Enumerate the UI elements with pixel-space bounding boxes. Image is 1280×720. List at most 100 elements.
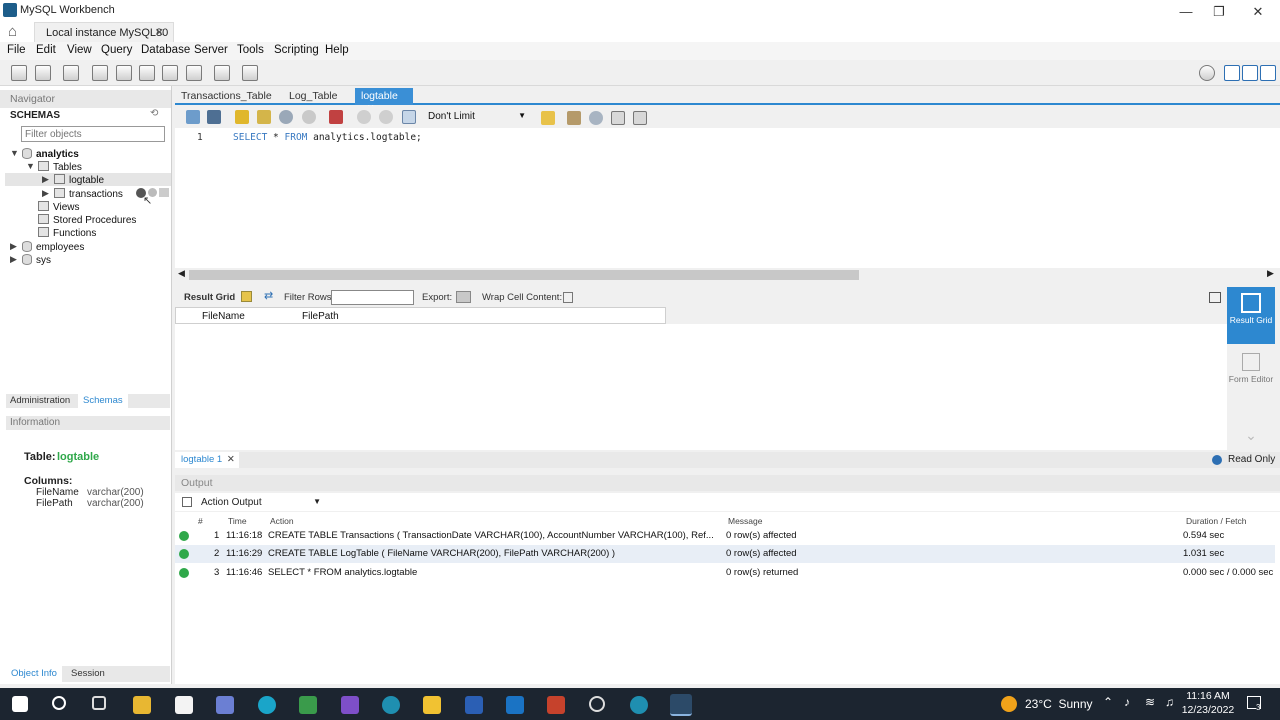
output-row[interactable]: 3 11:16:46 SELECT * FROM analytics.logta…	[175, 564, 1275, 582]
scroll-right-icon[interactable]: ▶	[1267, 268, 1274, 279]
power-bi-icon[interactable]	[423, 696, 441, 714]
connection-tab[interactable]: Local instance MySQL80 ✕	[34, 22, 174, 42]
powerpoint-icon[interactable]	[547, 696, 565, 714]
execute-current-icon[interactable]	[257, 110, 271, 124]
sql-editor[interactable]: 1 SELECT * FROM analytics.logtable;	[175, 128, 1280, 268]
reconnect-icon[interactable]	[242, 65, 258, 81]
expand-arrow-icon[interactable]: ▶	[42, 188, 49, 199]
output-row[interactable]: 1 11:16:18 CREATE TABLE Transactions ( T…	[175, 527, 1275, 545]
menu-tools[interactable]: Tools	[237, 44, 264, 56]
toggle-output-icon[interactable]	[1242, 65, 1258, 81]
maximize-button[interactable]: ❐	[1197, 2, 1241, 22]
save-icon[interactable]	[207, 110, 221, 124]
invisible-chars-icon[interactable]	[611, 111, 625, 125]
copy-icon[interactable]	[182, 497, 192, 507]
app-icon[interactable]	[630, 696, 648, 714]
refresh-schemas-icon[interactable]: ⟲	[150, 108, 158, 119]
tree-table-transactions[interactable]: ▶ transactions	[42, 188, 123, 200]
filter-rows-input[interactable]	[331, 290, 414, 305]
menu-help[interactable]: Help	[325, 44, 349, 56]
create-procedure-icon[interactable]	[162, 65, 178, 81]
menu-database[interactable]: Database	[141, 44, 190, 56]
tab-schemas[interactable]: Schemas	[78, 394, 128, 408]
create-table-icon[interactable]	[116, 65, 132, 81]
weather-text[interactable]: 23°C Sunny	[1025, 697, 1093, 711]
create-view-icon[interactable]	[139, 65, 155, 81]
wifi-icon[interactable]: ≋	[1145, 695, 1155, 709]
power-automate-icon[interactable]	[299, 696, 317, 714]
beautify-broom-icon[interactable]	[567, 111, 581, 125]
inspector-icon[interactable]	[63, 65, 79, 81]
scrollbar-thumb[interactable]	[189, 270, 859, 280]
commit-icon[interactable]	[357, 110, 371, 124]
clock-time[interactable]: 11:16 AM	[1184, 690, 1232, 702]
toggle-error-icon[interactable]	[329, 110, 343, 124]
chevron-up-icon[interactable]: ⌃	[1103, 695, 1113, 709]
outlook-icon[interactable]	[506, 696, 524, 714]
microphone-icon[interactable]: ♪	[1124, 695, 1130, 709]
tab-logtable[interactable]: logtable ✕	[355, 88, 413, 113]
bookmark-star-icon[interactable]	[541, 111, 555, 125]
wrap-lines-icon[interactable]	[633, 111, 647, 125]
app-icon[interactable]	[382, 696, 400, 714]
tab-logtable-1[interactable]: logtable 1 ✕	[175, 452, 239, 468]
autocommit-icon[interactable]	[402, 110, 416, 124]
expand-arrow-icon[interactable]: ▶	[10, 254, 17, 265]
close-tab-icon[interactable]: ✕	[227, 454, 235, 465]
rollback-icon[interactable]	[379, 110, 393, 124]
search-table-data-icon[interactable]	[214, 65, 230, 81]
output-type-select[interactable]: Action Output ▼	[199, 494, 323, 510]
scroll-left-icon[interactable]: ◀	[178, 268, 185, 279]
limit-select[interactable]: Don't Limit ▼	[428, 111, 530, 125]
schema-sys[interactable]: ▶ sys	[10, 254, 51, 266]
settings-gear-icon[interactable]	[1199, 65, 1215, 81]
find-magnifier-icon[interactable]	[589, 111, 603, 125]
create-function-icon[interactable]	[186, 65, 202, 81]
explain-magnifier-icon[interactable]	[279, 110, 293, 124]
windows-start-icon[interactable]	[12, 696, 28, 712]
column-header-filename[interactable]: FileName	[202, 311, 245, 322]
create-schema-icon[interactable]	[92, 65, 108, 81]
word-icon[interactable]	[465, 696, 483, 714]
volume-icon[interactable]: ♫	[1165, 695, 1174, 709]
scroll-down-icon[interactable]: ⌄	[1227, 427, 1275, 444]
mysql-workbench-taskbar-icon[interactable]	[670, 694, 692, 716]
close-tab-icon[interactable]: ✕	[155, 26, 164, 39]
clock-date[interactable]: 12/23/2022	[1180, 704, 1236, 716]
menu-file[interactable]: File	[7, 44, 26, 56]
new-sql-tab-icon[interactable]	[11, 65, 27, 81]
tree-functions[interactable]: Functions	[38, 227, 96, 239]
wrap-cell-icon[interactable]	[563, 292, 573, 303]
tree-table-logtable[interactable]: ▶ logtable	[42, 174, 104, 186]
result-grid-button[interactable]: Result Grid	[1227, 287, 1275, 344]
refresh-icon[interactable]: ⇄	[264, 291, 277, 302]
execute-lightning-icon[interactable]	[235, 110, 249, 124]
menu-query[interactable]: Query	[101, 44, 132, 56]
menu-view[interactable]: View	[67, 44, 92, 56]
remote-desktop-icon[interactable]	[216, 696, 234, 714]
menu-server[interactable]: Server	[194, 44, 228, 56]
tree-tables[interactable]: ▼ Tables	[26, 161, 82, 173]
expand-arrow-icon[interactable]: ▼	[26, 161, 35, 171]
sql-code-line[interactable]: SELECT * FROM analytics.logtable;	[233, 132, 422, 143]
expand-arrow-icon[interactable]: ▼	[10, 148, 19, 158]
home-icon[interactable]: ⌂	[8, 23, 17, 40]
file-explorer-icon[interactable]	[133, 696, 151, 714]
expand-arrow-icon[interactable]: ▶	[42, 174, 49, 185]
app-icon[interactable]	[589, 696, 605, 712]
edge-browser-icon[interactable]	[258, 696, 276, 714]
menu-scripting[interactable]: Scripting	[274, 44, 319, 56]
form-editor-button[interactable]: Form Editor	[1227, 349, 1275, 395]
schema-employees[interactable]: ▶ employees	[10, 241, 84, 253]
output-row[interactable]: 2 11:16:29 CREATE TABLE LogTable ( FileN…	[175, 545, 1275, 563]
store-icon[interactable]	[175, 696, 193, 714]
toggle-secondary-sidebar-icon[interactable]	[1260, 65, 1276, 81]
column-header-filepath[interactable]: FilePath	[302, 311, 339, 322]
grid-icon[interactable]	[241, 291, 252, 302]
expand-arrow-icon[interactable]: ▶	[10, 241, 17, 252]
schema-analytics[interactable]: ▼ analytics	[10, 148, 79, 160]
tab-transactions-table[interactable]: Transactions_Table	[175, 88, 278, 105]
close-window-button[interactable]: ✕	[1236, 2, 1280, 22]
tab-session[interactable]: Session	[66, 666, 105, 682]
toggle-sidebar-icon[interactable]	[1224, 65, 1240, 81]
